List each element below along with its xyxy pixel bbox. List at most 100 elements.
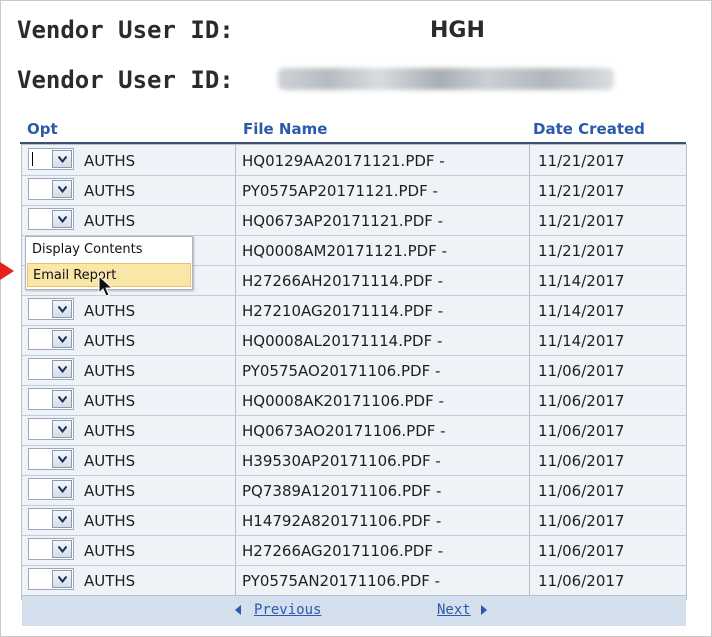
- chevron-down-icon[interactable]: [52, 300, 72, 318]
- table-row: AUTHS HQ0673AP20171121.PDF - 11/21/2017: [22, 205, 686, 236]
- table-row: AUTHS HQ0008AK20171106.PDF - 11/06/2017: [22, 385, 686, 416]
- date-created: 11/21/2017: [538, 242, 625, 260]
- reports-table: AUTHS HQ0129AA20171121.PDF -11/21/2017 AUT…: [21, 144, 687, 626]
- file-name[interactable]: PY0575AN20171106.PDF -: [242, 572, 440, 590]
- date-created: 11/14/2017: [538, 332, 625, 350]
- file-name[interactable]: H14792A820171106.PDF -: [242, 512, 441, 530]
- report-type: AUTHS: [84, 542, 136, 560]
- file-name[interactable]: H27266AG20171106.PDF -: [242, 542, 443, 560]
- option-select[interactable]: [28, 538, 74, 560]
- file-name[interactable]: HQ0129AA20171121.PDF -: [242, 152, 445, 170]
- chevron-down-icon[interactable]: [52, 210, 72, 228]
- chevron-down-icon[interactable]: [52, 570, 72, 588]
- previous-link[interactable]: Previous: [254, 602, 321, 618]
- date-created: 11/06/2017: [538, 362, 625, 380]
- table-row: AUTHS HQ0129AA20171121.PDF - 11/21/2017: [22, 145, 686, 176]
- report-type: AUTHS: [84, 332, 136, 350]
- file-name[interactable]: H39530AP20171106.PDF -: [242, 452, 441, 470]
- report-type: AUTHS: [84, 182, 136, 200]
- date-created: 11/21/2017: [538, 152, 625, 170]
- report-type: AUTHS: [84, 152, 136, 170]
- date-created: 11/06/2017: [538, 422, 625, 440]
- chevron-down-icon[interactable]: [52, 180, 72, 198]
- option-select[interactable]: [28, 568, 74, 590]
- file-name[interactable]: HQ0008AK20171106.PDF -: [242, 392, 444, 410]
- file-name[interactable]: PY0575AP20171121.PDF -: [242, 182, 438, 200]
- chevron-down-icon[interactable]: [52, 360, 72, 378]
- text-caret: [32, 152, 33, 166]
- option-select[interactable]: [28, 208, 74, 230]
- date-created: 11/06/2017: [538, 482, 625, 500]
- report-type: AUTHS: [84, 512, 136, 530]
- mouse-cursor-icon: [98, 275, 114, 297]
- next-arrow-icon[interactable]: [481, 605, 487, 615]
- chevron-down-icon[interactable]: [52, 510, 72, 528]
- option-select[interactable]: [28, 328, 74, 350]
- date-created: 11/06/2017: [538, 452, 625, 470]
- option-select[interactable]: [28, 148, 74, 170]
- report-type: AUTHS: [84, 482, 136, 500]
- column-opt: Opt: [27, 120, 58, 138]
- file-name[interactable]: PQ7389A120171106.PDF -: [242, 482, 441, 500]
- chevron-down-icon[interactable]: [52, 540, 72, 558]
- table-row: AUTHS H14792A820171106.PDF - 11/06/2017: [22, 505, 686, 536]
- date-created: 11/14/2017: [538, 272, 625, 290]
- file-name[interactable]: H27210AG20171114.PDF -: [242, 302, 443, 320]
- report-type: AUTHS: [84, 422, 136, 440]
- date-created: 11/14/2017: [538, 302, 625, 320]
- option-select[interactable]: [28, 298, 74, 320]
- date-created: 11/21/2017: [538, 212, 625, 230]
- redacted-email-value: [278, 68, 614, 90]
- vendor-user-id-value: HGH: [430, 18, 485, 43]
- date-created: 11/06/2017: [538, 542, 625, 560]
- vendor-user-id-label-2: Vendor User ID:: [17, 66, 234, 94]
- chevron-down-icon[interactable]: [52, 420, 72, 438]
- option-select[interactable]: [28, 358, 74, 380]
- report-type: AUTHS: [84, 212, 136, 230]
- option-select[interactable]: [28, 478, 74, 500]
- vendor-user-id-label: Vendor User ID:: [17, 16, 234, 44]
- option-select[interactable]: [28, 418, 74, 440]
- table-row: AUTHS PY0575AN20171106.PDF - 11/06/2017: [22, 565, 686, 596]
- date-created: 11/06/2017: [538, 512, 625, 530]
- option-select[interactable]: [28, 448, 74, 470]
- report-type: AUTHS: [84, 362, 136, 380]
- table-row: AUTHS HQ0673AO20171106.PDF - 11/06/2017: [22, 415, 686, 446]
- table-row: AUTHS PY0575AO20171106.PDF - 11/06/2017: [22, 355, 686, 386]
- table-row: AUTHS PY0575AP20171121.PDF - 11/21/2017: [22, 175, 686, 206]
- file-name[interactable]: PY0575AO20171106.PDF -: [242, 362, 440, 380]
- chevron-down-icon[interactable]: [52, 450, 72, 468]
- file-name[interactable]: H27266AH20171114.PDF -: [242, 272, 443, 290]
- table-row: AUTHS H39530AP20171106.PDF - 11/06/2017: [22, 445, 686, 476]
- file-name[interactable]: HQ0008AM20171121.PDF -: [242, 242, 447, 260]
- next-link[interactable]: Next: [437, 602, 471, 618]
- report-type: AUTHS: [84, 302, 136, 320]
- chevron-down-icon[interactable]: [52, 480, 72, 498]
- menu-item-label: Display Contents: [32, 242, 143, 257]
- report-type: AUTHS: [84, 392, 136, 410]
- table-row: AUTHS H27210AG20171114.PDF - 11/14/2017: [22, 295, 686, 326]
- file-name[interactable]: HQ0008AL20171114.PDF -: [242, 332, 442, 350]
- table-row: AUTHS HQ0008AL20171114.PDF - 11/14/2017: [22, 325, 686, 356]
- column-file-name: File Name: [243, 120, 328, 138]
- option-select[interactable]: [28, 508, 74, 530]
- report-type: AUTHS: [84, 452, 136, 470]
- report-type: AUTHS: [84, 572, 136, 590]
- previous-arrow-icon[interactable]: [235, 605, 241, 615]
- date-created: 11/21/2017: [538, 182, 625, 200]
- chevron-down-icon[interactable]: [52, 330, 72, 348]
- option-select[interactable]: [28, 388, 74, 410]
- column-date-created: Date Created: [533, 120, 645, 138]
- menu-item-display-contents[interactable]: Display Contents: [27, 238, 191, 262]
- pager: Previous Next: [22, 595, 686, 626]
- date-created: 11/06/2017: [538, 572, 625, 590]
- table-row: AUTHS H27266AG20171106.PDF - 11/06/2017: [22, 535, 686, 566]
- chevron-down-icon[interactable]: [52, 150, 72, 168]
- file-name[interactable]: HQ0673AO20171106.PDF -: [242, 422, 446, 440]
- chevron-down-icon[interactable]: [52, 390, 72, 408]
- file-name[interactable]: HQ0673AP20171121.PDF -: [242, 212, 443, 230]
- table-row: AUTHS PQ7389A120171106.PDF - 11/06/2017: [22, 475, 686, 506]
- pointer-arrow-icon: [0, 262, 14, 280]
- table-header: Opt File Name Date Created: [20, 118, 686, 144]
- option-select[interactable]: [28, 178, 74, 200]
